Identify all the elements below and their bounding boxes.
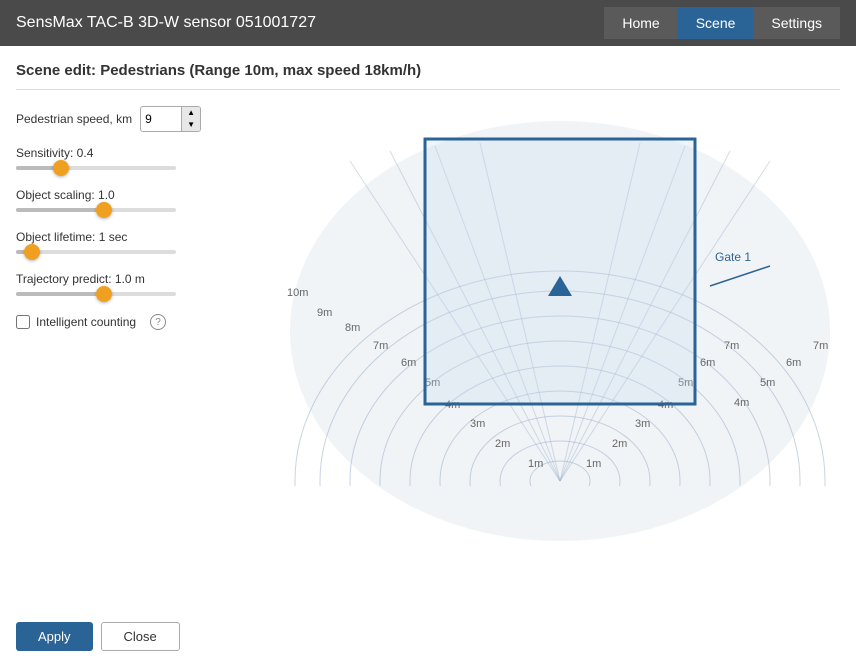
object-scaling-thumb[interactable] <box>96 202 112 218</box>
nav-home[interactable]: Home <box>604 7 677 39</box>
intelligent-counting-checkbox[interactable] <box>16 315 30 329</box>
trajectory-predict-label: Trajectory predict: 1.0 m <box>16 272 256 286</box>
object-lifetime-thumb[interactable] <box>24 244 40 260</box>
nav-settings[interactable]: Settings <box>753 7 840 39</box>
object-scaling-label: Object scaling: 1.0 <box>16 188 256 202</box>
sensitivity-thumb[interactable] <box>53 160 69 176</box>
object-scaling-fill <box>16 208 104 212</box>
detection-svg: 10m 9m 8m 7m 6m 5m 4m 3m 2m 1m 1m 2m 3m … <box>270 101 850 571</box>
svg-text:6m: 6m <box>700 357 715 369</box>
object-lifetime-section: Object lifetime: 1 sec <box>16 230 256 254</box>
sensitivity-section: Sensitivity: 0.4 <box>16 146 256 170</box>
sensitivity-label: Sensitivity: 0.4 <box>16 146 256 160</box>
spin-buttons: ▲ ▼ <box>181 107 200 131</box>
svg-text:Gate 1: Gate 1 <box>715 250 751 264</box>
footer-buttons: Apply Close <box>16 622 180 651</box>
object-lifetime-label: Object lifetime: 1 sec <box>16 230 256 244</box>
object-lifetime-track <box>16 250 176 254</box>
svg-text:5m: 5m <box>760 377 775 389</box>
trajectory-predict-section: Trajectory predict: 1.0 m <box>16 272 256 296</box>
scene-title: Scene edit: Pedestrians (Range 10m, max … <box>16 62 840 90</box>
object-scaling-section: Object scaling: 1.0 <box>16 188 256 212</box>
spin-down-btn[interactable]: ▼ <box>182 119 200 131</box>
intelligent-counting-label: Intelligent counting <box>36 315 136 329</box>
svg-text:4m: 4m <box>734 397 749 409</box>
nav-buttons: Home Scene Settings <box>604 7 840 39</box>
svg-text:7m: 7m <box>813 340 828 352</box>
pedestrian-speed-input-wrap: ▲ ▼ <box>140 106 201 132</box>
apply-button[interactable]: Apply <box>16 622 93 651</box>
svg-text:1m: 1m <box>528 458 543 470</box>
svg-text:2m: 2m <box>612 438 627 450</box>
trajectory-predict-track <box>16 292 176 296</box>
svg-text:2m: 2m <box>495 438 510 450</box>
svg-text:6m: 6m <box>401 357 416 369</box>
pedestrian-speed-row: Pedestrian speed, km ▲ ▼ <box>16 106 256 132</box>
main-content: Scene edit: Pedestrians (Range 10m, max … <box>0 46 856 663</box>
sensitivity-track <box>16 166 176 170</box>
svg-text:3m: 3m <box>470 418 485 430</box>
svg-text:10m: 10m <box>287 287 308 299</box>
svg-text:7m: 7m <box>724 340 739 352</box>
svg-text:8m: 8m <box>345 322 360 334</box>
close-button[interactable]: Close <box>101 622 180 651</box>
trajectory-predict-thumb[interactable] <box>96 286 112 302</box>
svg-text:7m: 7m <box>373 340 388 352</box>
svg-text:3m: 3m <box>635 418 650 430</box>
object-scaling-track <box>16 208 176 212</box>
intelligent-counting-row: Intelligent counting ? <box>16 314 256 330</box>
nav-scene[interactable]: Scene <box>678 7 754 39</box>
help-icon[interactable]: ? <box>150 314 166 330</box>
trajectory-predict-fill <box>16 292 104 296</box>
header: SensMax TAC-B 3D-W sensor 051001727 Home… <box>0 0 856 46</box>
app-title: SensMax TAC-B 3D-W sensor 051001727 <box>16 14 316 32</box>
svg-text:6m: 6m <box>786 357 801 369</box>
svg-text:1m: 1m <box>586 458 601 470</box>
svg-text:9m: 9m <box>317 307 332 319</box>
left-panel: Pedestrian speed, km ▲ ▼ Sensitivity: 0.… <box>16 106 256 330</box>
pedestrian-speed-input[interactable] <box>141 110 181 128</box>
pedestrian-speed-label: Pedestrian speed, km <box>16 112 132 126</box>
spin-up-btn[interactable]: ▲ <box>182 107 200 119</box>
viz-area: 10m 9m 8m 7m 6m 5m 4m 3m 2m 1m 1m 2m 3m … <box>270 101 850 571</box>
